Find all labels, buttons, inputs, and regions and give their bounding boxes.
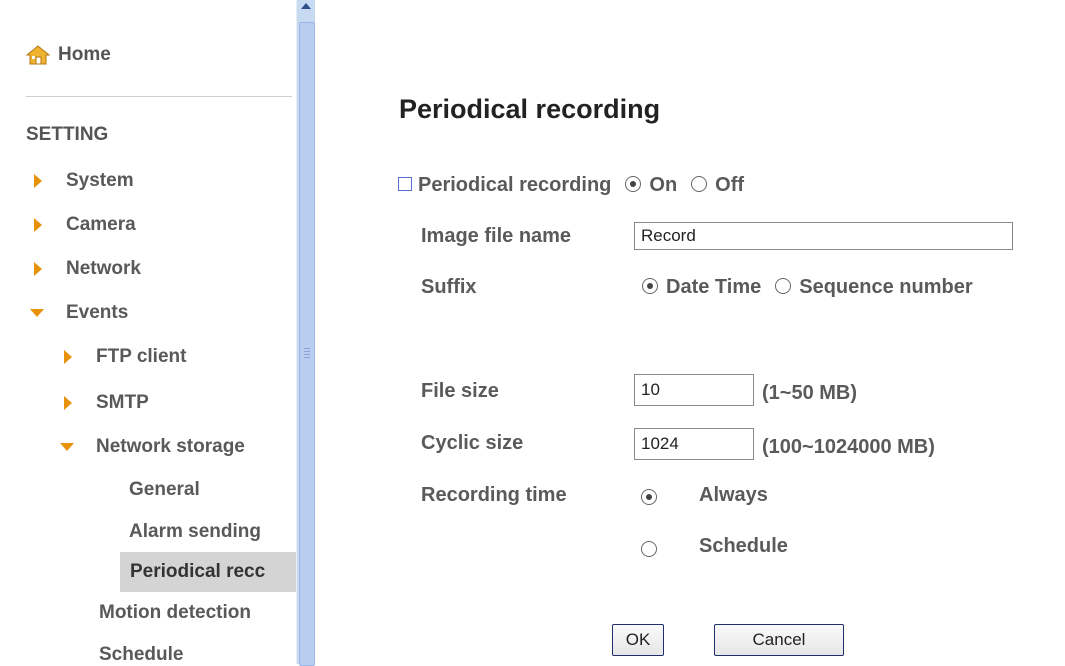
sidebar-item-label: Events: [66, 302, 129, 323]
expand-arrow-icon: [26, 173, 48, 189]
sidebar-item-alarm-sending[interactable]: Alarm sending: [129, 517, 261, 547]
cyclic-size-label: Cyclic size: [421, 432, 524, 454]
ok-button[interactable]: OK: [612, 624, 664, 656]
sidebar-divider: [26, 96, 292, 97]
periodical-on-radio[interactable]: [625, 175, 642, 192]
expand-arrow-icon: [26, 217, 48, 233]
sidebar-item-camera[interactable]: Camera: [26, 210, 136, 240]
recording-always-label: Always: [699, 484, 768, 506]
sidebar-item-label: General: [129, 479, 200, 500]
periodical-off-label: Off: [715, 174, 745, 196]
image-file-name-label: Image file name: [421, 225, 572, 247]
sidebar-item-periodical-recording[interactable]: Periodical recc: [120, 552, 296, 592]
sidebar-scrollbar[interactable]: [296, 0, 315, 666]
sidebar-item-smtp[interactable]: SMTP: [56, 388, 149, 418]
cyclic-size-input[interactable]: [634, 428, 754, 460]
suffix-sequence-label: Sequence number: [799, 276, 973, 298]
file-size-range: (1~50 MB): [762, 382, 858, 404]
main-content: Periodical recording Periodical recordin…: [314, 0, 1065, 664]
periodical-off-radio[interactable]: [691, 175, 708, 192]
sidebar-item-schedule[interactable]: Schedule: [99, 640, 183, 664]
suffix-sequence-radio[interactable]: [775, 277, 792, 294]
recording-schedule-label: Schedule: [699, 535, 788, 557]
section-title-setting: SETTING: [26, 124, 109, 145]
cancel-button[interactable]: Cancel: [714, 624, 844, 656]
recording-schedule-radio[interactable]: [641, 541, 657, 557]
suffix-label: Suffix: [421, 276, 477, 298]
sidebar-item-label: Alarm sending: [129, 521, 261, 542]
sidebar-item-network-storage[interactable]: Network storage: [56, 432, 245, 462]
suffix-date-time-label: Date Time: [666, 276, 762, 298]
collapse-arrow-icon: [26, 305, 48, 321]
sidebar-item-label: Schedule: [99, 644, 184, 664]
cyclic-size-range: (100~1024000 MB): [762, 436, 935, 458]
sidebar-item-events[interactable]: Events: [26, 298, 128, 328]
expand-arrow-icon: [26, 261, 48, 277]
file-size-label: File size: [421, 380, 499, 402]
home-link[interactable]: Home: [26, 40, 111, 70]
sidebar-item-label: FTP client: [96, 346, 187, 367]
sidebar-item-motion-detection[interactable]: Motion detection: [99, 598, 251, 628]
sidebar-item-ftp-client[interactable]: FTP client: [56, 342, 186, 372]
suffix-date-time-radio[interactable]: [642, 277, 658, 294]
sidebar-item-label: Camera: [66, 214, 136, 235]
sidebar-item-label: Motion detection: [99, 602, 251, 623]
grip-icon: [304, 348, 310, 360]
sidebar-item-label: System: [66, 170, 134, 191]
image-file-name-input[interactable]: [634, 222, 1013, 250]
periodical-on-label: On: [649, 174, 678, 196]
sidebar-item-network[interactable]: Network: [26, 254, 141, 284]
collapse-arrow-icon: [56, 439, 78, 455]
home-icon: [26, 45, 50, 65]
expand-arrow-icon: [56, 395, 78, 411]
sidebar-item-label: Periodical recc: [130, 561, 266, 582]
sidebar-item-label: Network storage: [96, 436, 245, 457]
scrollbar-thumb[interactable]: [299, 22, 315, 666]
recording-always-radio[interactable]: [641, 489, 657, 505]
scroll-up-arrow-icon[interactable]: [297, 0, 315, 16]
recording-time-label: Recording time: [421, 484, 567, 506]
periodical-recording-row: Periodical recording On Off: [398, 174, 744, 197]
home-label: Home: [58, 44, 111, 65]
sidebar-item-label: Network: [66, 258, 141, 279]
expand-arrow-icon: [56, 349, 78, 365]
periodical-recording-checkbox[interactable]: [398, 176, 412, 191]
suffix-options: Date Time Sequence number: [642, 276, 973, 299]
sidebar-item-general[interactable]: General: [129, 475, 200, 505]
periodical-recording-label: Periodical recording: [418, 174, 612, 196]
sidebar: Home SETTING System Camera Network Event…: [0, 0, 296, 664]
sidebar-item-system[interactable]: System: [26, 166, 134, 196]
page-title: Periodical recording: [399, 94, 661, 124]
file-size-input[interactable]: [634, 374, 754, 406]
sidebar-item-label: SMTP: [96, 392, 149, 413]
